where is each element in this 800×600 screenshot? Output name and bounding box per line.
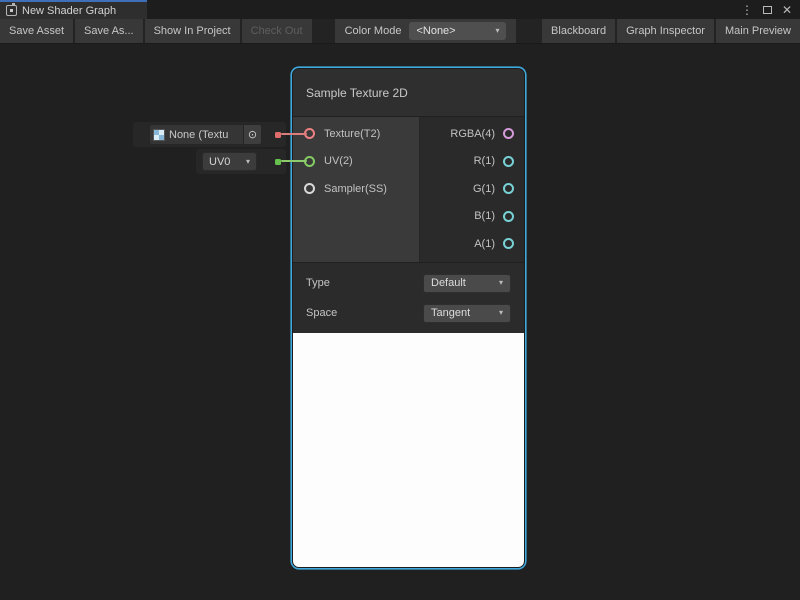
setting-row-type: Type Default ▾ [293, 268, 524, 298]
space-dropdown[interactable]: Tangent ▾ [423, 304, 511, 323]
chevron-down-icon: ▾ [499, 279, 503, 287]
port-row-uv: UV(2) [293, 148, 419, 176]
port-row-b: B(1) [420, 203, 524, 231]
port-row-g: G(1) [420, 175, 524, 203]
port-row-a: A(1) [420, 230, 524, 258]
shader-graph-toolbar: Save Asset Save As... Show In Project Ch… [0, 19, 800, 44]
uv-slot-dot [275, 159, 281, 165]
node-header[interactable]: Sample Texture 2D [293, 69, 524, 117]
output-port-r[interactable] [503, 156, 514, 167]
node-title: Sample Texture 2D [306, 86, 408, 100]
chevron-down-icon: ▾ [495, 27, 499, 35]
output-port-g[interactable] [503, 183, 514, 194]
texture-slot-widget: None (Textu ⊙ [133, 122, 286, 147]
sample-texture-2d-node[interactable]: Sample Texture 2D Texture(T2) UV(2) Samp… [292, 68, 525, 568]
output-port-b[interactable] [503, 211, 514, 222]
port-row-texture: Texture(T2) [293, 120, 419, 148]
shader-graph-asset-icon [6, 5, 17, 16]
texture-2d-icon [153, 129, 165, 141]
kebab-menu-icon[interactable]: ⋮ [740, 3, 754, 17]
tab-title: New Shader Graph [22, 5, 116, 17]
close-icon[interactable]: ✕ [780, 3, 794, 17]
check-out-button: Check Out [242, 19, 312, 43]
uv-wire [281, 160, 307, 162]
object-picker-icon[interactable]: ⊙ [243, 125, 261, 144]
input-port-sampler[interactable] [304, 183, 315, 194]
uv-slot-widget: UV0 ▾ [196, 149, 286, 174]
port-row-sampler: Sampler(SS) [293, 175, 419, 203]
port-row-rgba: RGBA(4) [420, 120, 524, 148]
port-row-r: R(1) [420, 148, 524, 176]
color-mode-label: Color Mode [345, 25, 402, 37]
setting-row-space: Space Tangent ▾ [293, 298, 524, 328]
input-ports-column: Texture(T2) UV(2) Sampler(SS) [293, 117, 420, 262]
tab-bar: New Shader Graph ⋮ ✕ [0, 0, 800, 19]
color-mode-group: Color Mode <None> ▾ [335, 19, 517, 43]
color-mode-dropdown[interactable]: <None> ▾ [409, 22, 506, 40]
main-preview-button[interactable]: Main Preview [716, 19, 800, 43]
node-settings: Type Default ▾ Space Tangent ▾ [293, 262, 524, 333]
show-in-project-button[interactable]: Show In Project [145, 19, 240, 43]
graph-canvas[interactable]: None (Textu ⊙ UV0 ▾ Sample Texture 2D Te… [0, 44, 800, 600]
save-as-button[interactable]: Save As... [75, 19, 143, 43]
node-preview [293, 333, 524, 567]
chevron-down-icon: ▾ [246, 158, 250, 166]
texture-slot-dot [275, 132, 281, 138]
save-asset-button[interactable]: Save Asset [0, 19, 73, 43]
maximize-icon[interactable] [760, 3, 774, 17]
tab-new-shader-graph[interactable]: New Shader Graph [0, 0, 147, 19]
texture-object-field[interactable]: None (Textu ⊙ [149, 124, 262, 145]
texture-wire [281, 133, 307, 135]
output-ports-column: RGBA(4) R(1) G(1) B(1) A(1) [420, 117, 524, 262]
blackboard-button[interactable]: Blackboard [542, 19, 615, 43]
output-port-a[interactable] [503, 238, 514, 249]
chevron-down-icon: ▾ [499, 309, 503, 317]
output-port-rgba[interactable] [503, 128, 514, 139]
type-dropdown[interactable]: Default ▾ [423, 274, 511, 293]
uv-channel-dropdown[interactable]: UV0 ▾ [202, 152, 257, 171]
texture-object-value: None (Textu [169, 129, 243, 141]
graph-inspector-button[interactable]: Graph Inspector [617, 19, 714, 43]
